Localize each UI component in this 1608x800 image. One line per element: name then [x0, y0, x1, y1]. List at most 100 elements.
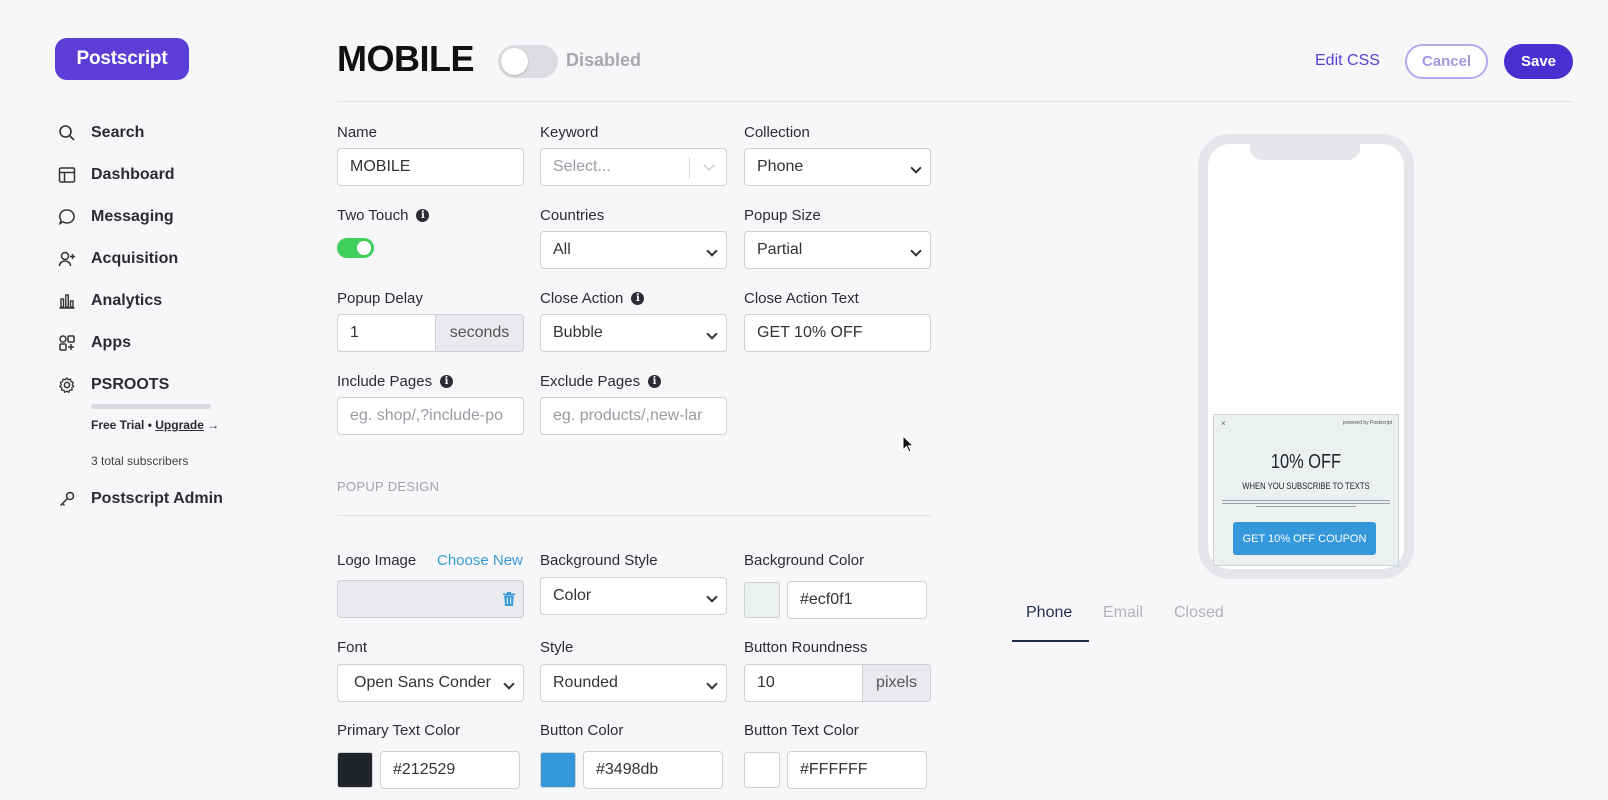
name-label: Name	[337, 124, 377, 141]
sidebar-item-label: Messaging	[91, 208, 174, 225]
popup-preview: × powered by Postscript 10% OFF WHEN YOU…	[1213, 414, 1399, 566]
active-tab-indicator	[1012, 640, 1089, 642]
label-text: Primary Text Color	[337, 722, 461, 739]
popup-subhead: WHEN YOU SUBSCRIBE TO TEXTS	[1242, 481, 1370, 491]
upgrade-link[interactable]: Upgrade	[155, 418, 204, 432]
font-select[interactable]: Open Sans Conder	[337, 664, 524, 702]
sidebar-item-acquisition[interactable]: Acquisition	[55, 238, 285, 280]
keyword-placeholder: Select...	[553, 158, 611, 175]
trial-progress-bar	[91, 404, 211, 409]
page-title: MOBILE	[337, 38, 475, 79]
button-color-input[interactable]: #3498db	[583, 751, 723, 789]
popup-cta-button: GET 10% OFF COUPON	[1233, 522, 1376, 555]
collection-select[interactable]: Phone	[744, 148, 931, 186]
save-button[interactable]: Save	[1504, 44, 1573, 79]
label-text: Button Roundness	[744, 639, 868, 656]
sidebar-item-analytics[interactable]: Analytics	[55, 280, 285, 322]
label-text: Background Color	[744, 552, 865, 569]
background-style-label: Background Style	[540, 552, 658, 569]
powered-by-text: powered by Postscript	[1342, 420, 1392, 426]
tab-phone[interactable]: Phone	[1026, 604, 1072, 622]
background-style-select[interactable]: Color	[540, 577, 727, 615]
sidebar-item-label: Dashboard	[91, 166, 175, 183]
exclude-pages-label: Exclude Pages i	[540, 373, 662, 390]
button-text-color-input[interactable]: #FFFFFF	[787, 751, 927, 789]
sidebar-item-apps[interactable]: Apps	[55, 322, 285, 364]
sidebar-item-dashboard[interactable]: Dashboard	[55, 154, 285, 196]
trash-icon[interactable]	[503, 592, 515, 606]
info-icon[interactable]: i	[631, 292, 645, 305]
primary-text-color-input[interactable]: #212529	[380, 751, 520, 789]
sidebar-item-messaging[interactable]: Messaging	[55, 196, 285, 238]
sidebar-nav: Search Dashboard Messaging Acquisition A…	[55, 112, 285, 406]
close-action-text-label: Close Action Text	[744, 290, 859, 307]
close-action-text-input[interactable]: GET 10% OFF	[744, 314, 931, 352]
header-divider	[337, 101, 1573, 102]
popup-delay-input[interactable]: 1	[337, 314, 436, 352]
key-icon	[55, 487, 79, 511]
sidebar-item-label: Search	[91, 124, 145, 141]
enable-toggle[interactable]	[498, 45, 558, 78]
name-input[interactable]: MOBILE	[337, 148, 524, 186]
button-text-color-label: Button Text Color	[744, 722, 859, 739]
dashboard-icon	[55, 163, 79, 187]
tab-email[interactable]: Email	[1103, 604, 1143, 622]
background-color-input[interactable]: #ecf0f1	[787, 581, 927, 619]
toggle-knob	[357, 241, 371, 255]
arrow-right-icon: →	[207, 418, 220, 432]
info-icon[interactable]: i	[440, 375, 454, 388]
button-color-swatch[interactable]	[540, 752, 576, 788]
label-text: Font	[337, 639, 368, 656]
countries-select[interactable]: All	[540, 231, 727, 269]
logo-image-label: Logo Image	[337, 552, 416, 569]
button-text-color-swatch[interactable]	[744, 752, 780, 788]
free-trial-text: Free Trial • Upgrade →	[91, 418, 219, 432]
label-text: Collection	[744, 124, 810, 141]
two-touch-toggle[interactable]	[337, 238, 374, 258]
sidebar-item-postscript-admin[interactable]: Postscript Admin	[55, 478, 285, 520]
exclude-pages-input[interactable]: eg. products/,new-lar	[540, 397, 727, 435]
phone-notch	[1250, 140, 1360, 160]
chevron-down-icon	[703, 159, 715, 171]
style-select[interactable]: Rounded	[540, 664, 727, 702]
info-icon[interactable]: i	[416, 209, 430, 222]
choose-new-link[interactable]: Choose New	[437, 552, 523, 569]
primary-text-color-swatch[interactable]	[337, 752, 373, 788]
sidebar-item-psroots[interactable]: PSROOTS	[55, 364, 285, 406]
sidebar-item-search[interactable]: Search	[55, 112, 285, 154]
label-text: Close Action	[540, 290, 624, 307]
popup-headline: 10% OFF	[1270, 451, 1342, 473]
background-color-swatch[interactable]	[744, 582, 780, 618]
include-pages-input[interactable]: eg. shop/,?include-po	[337, 397, 524, 435]
button-color-label: Button Color	[540, 722, 623, 739]
label-text: Style	[540, 639, 574, 656]
label-text: Exclude Pages	[540, 373, 641, 390]
postscript-logo[interactable]: Postscript	[55, 38, 189, 80]
gear-icon	[55, 373, 79, 397]
sidebar-item-label: Postscript Admin	[91, 490, 223, 507]
label-text: Keyword	[540, 124, 599, 141]
info-icon[interactable]: i	[648, 375, 662, 388]
section-heading: POPUP DESIGN	[337, 479, 440, 494]
select-separator	[689, 157, 690, 179]
toggle-knob	[501, 48, 528, 75]
keyword-select[interactable]: Select...	[540, 148, 727, 186]
close-action-select[interactable]: Bubble	[540, 314, 727, 352]
edit-css-button[interactable]: Edit CSS	[1315, 52, 1380, 70]
keyword-label: Keyword	[540, 124, 598, 141]
label-text: Close Action Text	[744, 290, 859, 307]
two-touch-label: Two Touch i	[337, 207, 430, 224]
cancel-button[interactable]: Cancel	[1405, 44, 1488, 79]
popup-size-select[interactable]: Partial	[744, 231, 931, 269]
label-text: Logo Image	[337, 552, 417, 569]
tab-closed[interactable]: Closed	[1174, 604, 1224, 622]
subscriber-count: 3 total subscribers	[91, 454, 189, 468]
logo-image-field[interactable]	[337, 580, 524, 618]
button-roundness-input[interactable]: 10	[744, 664, 863, 702]
label-text: Two Touch	[337, 207, 409, 224]
sidebar-item-label: Apps	[91, 334, 131, 351]
background-color-label: Background Color	[744, 552, 864, 569]
sidebar-admin: Postscript Admin	[55, 478, 285, 520]
trial-label: Free Trial •	[91, 418, 152, 432]
label-text: Name	[337, 124, 378, 141]
